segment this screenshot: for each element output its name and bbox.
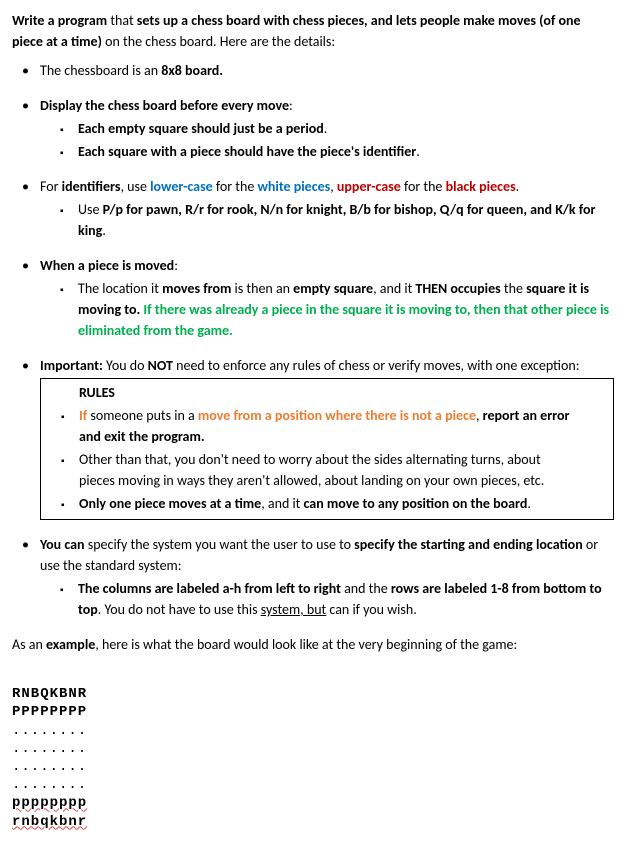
sub-identifiers: Use P/p for pawn, R/r for rook, N/n for … xyxy=(40,199,614,241)
rule-one-piece: Only one piece moves at a time, and it c… xyxy=(79,493,575,514)
item-system: You can specify the system you want the … xyxy=(40,534,614,620)
rules-box: RULES If someone puts in a move from a p… xyxy=(40,378,614,520)
item-display: Display the chess board before every mov… xyxy=(40,95,614,162)
item-chessboard: The chessboard is an 8x8 board. xyxy=(40,60,614,81)
board-row-1: RNBQKBNR xyxy=(12,686,87,702)
item-identifiers: For identifiers, use lower-case for the … xyxy=(40,176,614,241)
board-row-6: ........ xyxy=(12,777,87,793)
rule-other: Other than that, you don't need to worry… xyxy=(79,449,575,491)
sub-rules: If someone puts in a move from a positio… xyxy=(79,405,575,514)
sub-move-rule: The location it moves from is then an em… xyxy=(78,278,614,341)
sub-coords: The columns are labeled a-h from left to… xyxy=(78,578,614,620)
example-intro: As an example, here is what the board wo… xyxy=(12,634,614,655)
sub-piece-square: Each square with a piece should have the… xyxy=(78,141,614,162)
intro-bold-1: Write a program xyxy=(12,12,107,29)
intro-paragraph: Write a program that sets up a chess boa… xyxy=(12,10,614,52)
board-row-2: PPPPPPPP xyxy=(12,704,87,720)
item-moved: When a piece is moved: The location it m… xyxy=(40,255,614,341)
board-row-3: ........ xyxy=(12,723,87,739)
item-important: Important: You do NOT need to enforce an… xyxy=(40,355,614,520)
sub-moved: The location it moves from is then an em… xyxy=(40,278,614,341)
rule-error: If someone puts in a move from a positio… xyxy=(79,405,575,447)
sub-empty-square: Each empty square should just be a perio… xyxy=(78,118,614,139)
board-row-8: rnbqkbnr xyxy=(12,814,87,830)
rules-title: RULES xyxy=(79,382,575,403)
sub-piece-notation: Use P/p for pawn, R/r for rook, N/n for … xyxy=(78,199,614,241)
chess-board-example: RNBQKBNR PPPPPPPP ........ ........ ....… xyxy=(12,667,614,831)
board-row-5: ........ xyxy=(12,759,87,775)
board-row-7: pppppppp xyxy=(12,795,87,811)
sub-display: Each empty square should just be a perio… xyxy=(40,118,614,162)
sub-system: The columns are labeled a-h from left to… xyxy=(40,578,614,620)
board-row-4: ........ xyxy=(12,741,87,757)
main-list: The chessboard is an 8x8 board. Display … xyxy=(12,60,614,620)
